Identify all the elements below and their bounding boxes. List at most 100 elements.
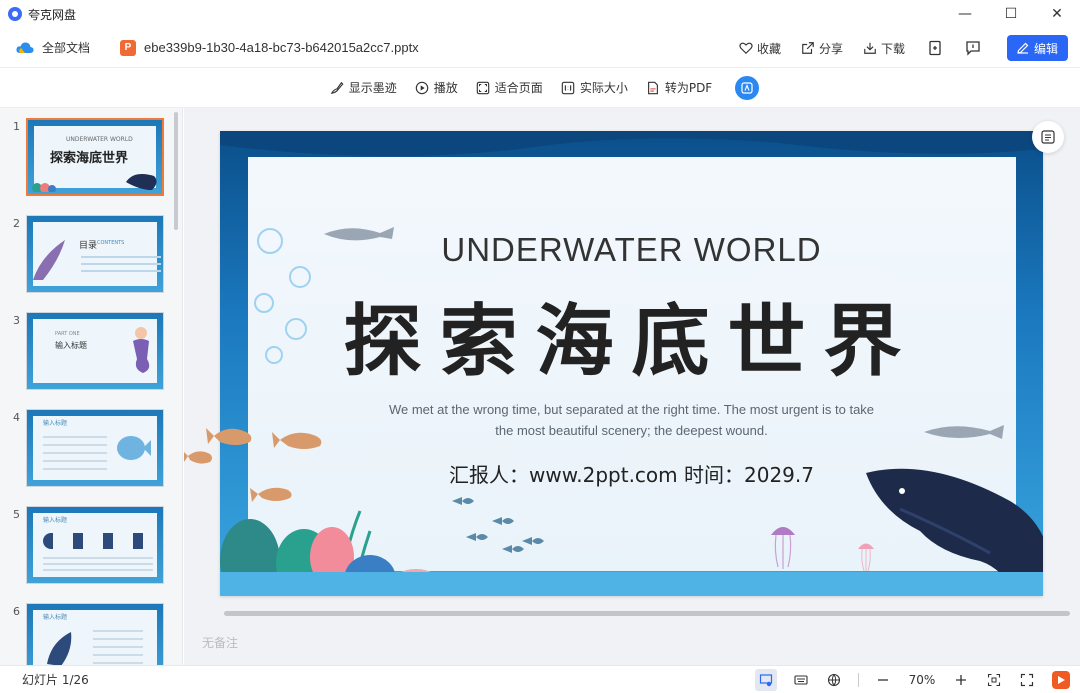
- language-button[interactable]: [825, 671, 843, 689]
- thumbnail-list-lines: [93, 630, 143, 665]
- thumbnail-number: 2: [13, 217, 20, 230]
- maximize-button[interactable]: ☐: [988, 0, 1034, 28]
- thumbnail-list-lines: [43, 436, 107, 472]
- thumbnail-list-lines: [43, 557, 153, 573]
- fit-window-button[interactable]: [985, 671, 1003, 689]
- frame-capture-icon: [1041, 130, 1055, 144]
- slide-thumbnail-4[interactable]: 输入标题: [26, 409, 164, 487]
- slide-thumbnail-1[interactable]: UNDERWATER WORLD 探索海底世界: [26, 118, 164, 196]
- play-button[interactable]: 播放: [415, 79, 458, 96]
- slide-thumbnail-3[interactable]: PART ONE 输入标题: [26, 312, 164, 390]
- slide-thumbnail-2[interactable]: 目录 CONTENTS: [26, 215, 164, 293]
- thumbnail-number: 5: [13, 508, 20, 521]
- ppt-file-icon: P: [120, 39, 137, 56]
- edit-label: 编辑: [1033, 41, 1058, 56]
- zoom-in-button[interactable]: [952, 671, 970, 689]
- koi-fish-decoration: [184, 428, 322, 502]
- globe-icon: [827, 673, 841, 687]
- keyboard-icon: [794, 675, 808, 685]
- slide-title-chinese: 探索海底世界: [343, 297, 920, 387]
- notes-placeholder[interactable]: 无备注: [202, 634, 238, 651]
- slide-view-icon: [759, 674, 773, 687]
- fish-icon: [117, 436, 151, 460]
- title-bar: 夸克网盘 — ☐ ✕: [0, 0, 1080, 28]
- thumbnail-text: 目录: [79, 241, 98, 251]
- header-bar: 全部文档 P ebe339b9-1b30-4a18-bc73-b642015a2…: [0, 28, 1080, 68]
- current-slide[interactable]: UNDERWATER WORLD 探索海底世界 We met at the wr…: [220, 131, 1043, 596]
- fit-page-icon: [476, 81, 490, 94]
- pencil-icon: [1017, 42, 1029, 54]
- breadcrumb-all-docs[interactable]: 全部文档: [42, 39, 90, 56]
- thumbnail-text: 探索海底世界: [50, 151, 129, 166]
- fish-icon: [924, 425, 1004, 439]
- zoom-level: 70%: [908, 673, 936, 687]
- fit-window-icon: [987, 673, 1001, 687]
- play-icon: [1058, 676, 1065, 684]
- slide-thumbnail-5[interactable]: 输入标题: [26, 506, 164, 584]
- actual-size-button[interactable]: 实际大小: [561, 79, 628, 96]
- ink-pen-icon: [330, 81, 344, 94]
- cloud-icon[interactable]: [16, 41, 34, 55]
- file-name: ebe339b9-1b30-4a18-bc73-b642015a2cc7.ppt…: [144, 40, 419, 55]
- show-ink-label: 显示墨迹: [348, 81, 397, 95]
- slide-subtitle: We met at the wrong time, but separated …: [350, 399, 913, 441]
- share-icon: [802, 42, 814, 54]
- download-button[interactable]: 下载: [863, 40, 905, 57]
- thumbnail-fish-row: [43, 533, 153, 549]
- convert-pdf-label: 转为PDF: [664, 81, 713, 95]
- save-to-drive-icon[interactable]: [927, 40, 943, 56]
- thumbnail-list-lines: [81, 256, 161, 276]
- minimize-button[interactable]: —: [942, 0, 988, 28]
- plus-icon: [956, 675, 966, 685]
- header-actions: 收藏 分享 下载 编辑: [719, 28, 1068, 68]
- thumbnail-canvas: 输入标题: [33, 513, 157, 577]
- ai-assistant-icon: [741, 81, 753, 94]
- download-label: 下载: [880, 41, 905, 56]
- status-controls: 70%: [740, 666, 1070, 693]
- thumbnail-text: UNDERWATER WORLD: [66, 136, 133, 143]
- slide-view-toggle[interactable]: [755, 669, 777, 691]
- convert-pdf-button[interactable]: 转为PDF: [646, 79, 712, 96]
- thumbnail-text: 输入标题: [43, 517, 68, 524]
- fit-page-label: 适合页面: [494, 81, 543, 95]
- edit-button[interactable]: 编辑: [1006, 35, 1068, 61]
- horizontal-scrollbar[interactable]: [224, 611, 1070, 616]
- actual-size-label: 实际大小: [579, 81, 628, 95]
- sidebar-scrollbar[interactable]: [174, 112, 178, 230]
- comment-icon[interactable]: [965, 40, 981, 56]
- favorite-button[interactable]: 收藏: [739, 40, 781, 57]
- thumbnail-text: PART ONE: [55, 331, 80, 337]
- slideshow-play-button[interactable]: [1052, 671, 1070, 689]
- thumbnail-text: 输入标题: [43, 614, 68, 621]
- minus-icon: [878, 679, 888, 681]
- thumbnail-text: 输入标题: [43, 420, 68, 427]
- app-logo-icon: [8, 7, 22, 21]
- ai-assistant-button[interactable]: [735, 75, 760, 100]
- thumbnail-number: 1: [13, 120, 20, 133]
- zoom-out-button[interactable]: [874, 671, 892, 689]
- share-button[interactable]: 分享: [801, 40, 843, 57]
- favorite-label: 收藏: [756, 41, 781, 56]
- slide-thumbnail-6[interactable]: 输入标题: [26, 603, 164, 665]
- show-ink-button[interactable]: 显示墨迹: [330, 79, 397, 96]
- mermaid-icon: [133, 327, 150, 373]
- notes-view-toggle[interactable]: [792, 671, 810, 689]
- thumbnail-number: 3: [13, 314, 20, 327]
- close-button[interactable]: ✕: [1034, 0, 1080, 28]
- share-label: 分享: [818, 41, 843, 56]
- app-title: 夸克网盘: [28, 7, 77, 22]
- slide-thumbnail-panel[interactable]: 1 UNDERWATER WORLD 探索海底世界 2 目录 CONTENTS …: [0, 108, 183, 665]
- fullscreen-button[interactable]: [1018, 671, 1036, 689]
- viewer-toolbar: 显示墨迹 播放 适合页面 实际大小 转为PDF: [0, 68, 1080, 108]
- actual-size-icon: [561, 81, 575, 94]
- heart-icon: [739, 42, 753, 55]
- play-label: 播放: [433, 81, 458, 95]
- play-circle-icon: [415, 81, 429, 94]
- status-divider: [858, 673, 859, 687]
- jellyfish-icon: [771, 527, 795, 569]
- thumbnail-text: 输入标题: [55, 341, 87, 350]
- floating-action-button[interactable]: [1032, 121, 1064, 153]
- slide-title-english: UNDERWATER WORLD: [441, 231, 822, 268]
- window-controls: — ☐ ✕: [942, 0, 1080, 28]
- fit-page-button[interactable]: 适合页面: [476, 79, 543, 96]
